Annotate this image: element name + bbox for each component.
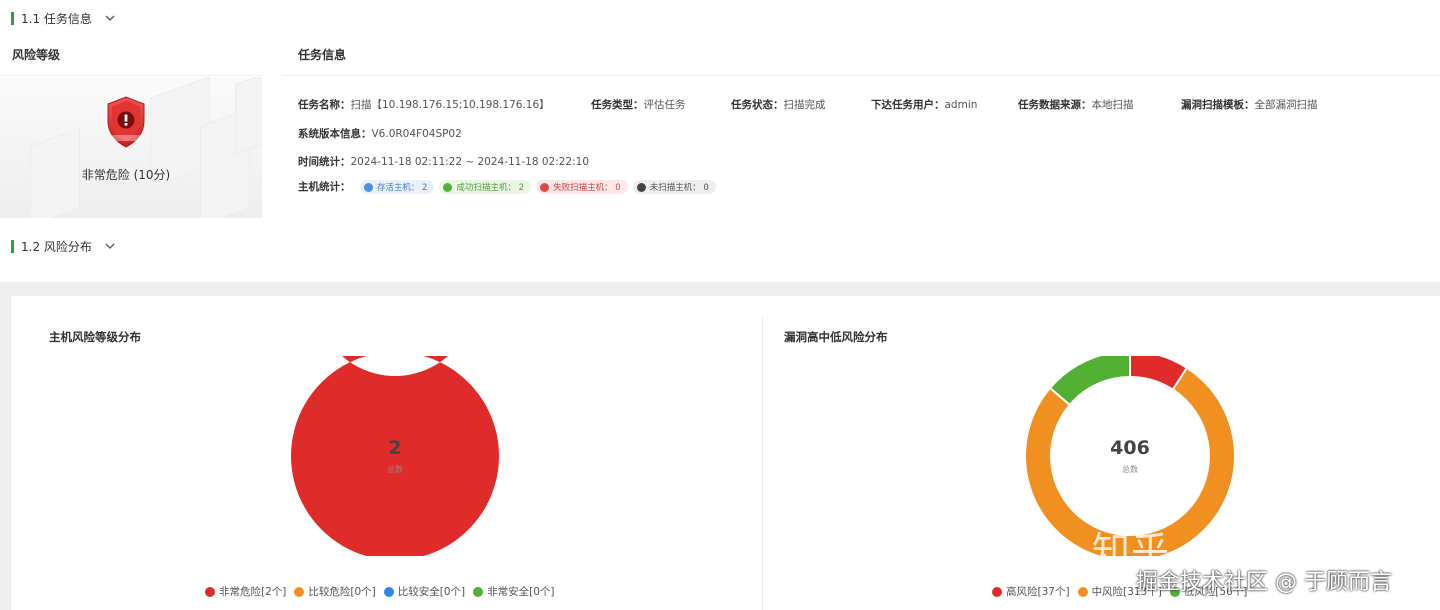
legend-dot-icon (205, 586, 215, 597)
legend-dot-icon (1077, 586, 1088, 597)
host-stat-tag: 存活主机： 2 (359, 180, 435, 194)
donut-center-label: 总数 (387, 465, 403, 474)
host-stats-field: 主机统计： 存活主机： 2 成功扫描主机： 2 失败扫描主机： 0 未扫描主机： 0 (298, 179, 721, 194)
status-dot-icon (443, 182, 453, 192)
legend-item[interactable]: 比较安全[0个] (383, 584, 466, 599)
chevron-down-icon[interactable] (104, 240, 116, 252)
section-marker (11, 239, 14, 253)
legend-label: 非常安全[0个] (487, 586, 555, 598)
status-dot-icon (540, 182, 550, 192)
legend-dot-icon (473, 586, 484, 597)
scan-template-field: 漏洞扫描模板：全部漏洞扫描 (1181, 99, 1318, 111)
task-name-field: 任务名称：扫描【10.198.176.15;10.198.176.16】 (298, 99, 550, 111)
section-task-info-header[interactable]: 1.1 任务信息 (11, 9, 116, 27)
chart-title: 漏洞高中低风险分布 (784, 330, 888, 344)
task-type-field: 任务类型：评估任务 (591, 99, 686, 111)
legend-dot-icon (992, 586, 1002, 597)
tag-text: 存活主机： 2 (376, 183, 428, 193)
task-source-field: 任务数据来源：本地扫描 (1018, 99, 1134, 111)
section-risk-distribution-header[interactable]: 1.2 风险分布 (11, 237, 116, 255)
panel-title: 任务信息 (282, 36, 1440, 76)
system-version-field: 系统版本信息：V6.0R04F04SP02 (298, 128, 462, 140)
donut-center-label: 总数 (1122, 465, 1138, 474)
time-stats-field: 时间统计：2024-11-18 02:11:22 ~ 2024-11-18 02… (298, 156, 590, 168)
legend-label: 高风险[37个] (1006, 586, 1070, 598)
legend-item[interactable]: 非常危险[2个] (205, 584, 286, 599)
legend-item[interactable]: 非常安全[0个] (473, 584, 555, 599)
chevron-down-icon[interactable] (104, 12, 116, 24)
risk-level-label: 非常危险 (10分) (81, 168, 171, 182)
report-page: 1.1 任务信息 风险等级 非常危险 (10分) 任务信息 任务名称：扫描【10… (0, 0, 1440, 610)
section-marker (11, 11, 14, 25)
host-stat-tag: 未扫描主机： 0 (632, 180, 716, 194)
risk-level-panel: 风险等级 非常危险 (10分) (0, 36, 262, 218)
donut-center-value: 406 (1110, 437, 1150, 459)
decor-shape (235, 77, 262, 155)
chart-title: 主机风险等级分布 (49, 330, 141, 344)
legend-item[interactable]: 高风险[37个] (992, 584, 1070, 599)
host-stats-tags: 存活主机： 2 成功扫描主机： 2 失败扫描主机： 0 未扫描主机： 0 (354, 180, 721, 194)
watermark-juejin: 掘金技术社区 @ 于顾而言 (1136, 570, 1392, 595)
tag-text: 成功扫描主机： 2 (456, 183, 525, 193)
shield-warning-icon (104, 95, 148, 153)
donut-center-value: 2 (388, 437, 402, 459)
card-divider (762, 318, 763, 610)
legend-dot-icon (294, 586, 305, 597)
panel-title: 风险等级 (0, 36, 262, 76)
legend-item[interactable]: 比较危险[0个] (294, 584, 376, 599)
status-dot-icon (636, 182, 646, 192)
task-status-field: 任务状态：扫描完成 (731, 99, 826, 111)
status-dot-icon (363, 182, 373, 192)
task-user-field: 下达任务用户：admin (871, 99, 978, 111)
tag-text: 失败扫描主机： 0 (553, 183, 621, 193)
legend-label: 非常危险[2个] (219, 586, 287, 598)
host-risk-legend: 非常危险[2个] 比较危险[0个] 比较安全[0个] 非常安全[0个] (205, 584, 563, 599)
section-title: 1.1 任务信息 (21, 11, 92, 26)
host-stat-tag: 成功扫描主机： 2 (439, 180, 532, 194)
legend-dot-icon (383, 586, 394, 597)
legend-label: 比较安全[0个] (397, 586, 466, 598)
legend-label: 比较危险[0个] (308, 586, 376, 598)
task-info-panel: 任务信息 任务名称：扫描【10.198.176.15;10.198.176.16… (282, 36, 1440, 218)
section-title: 1.2 风险分布 (21, 239, 92, 254)
donut-slice-低风险[interactable] (1050, 356, 1130, 405)
tag-text: 未扫描主机： 0 (649, 183, 709, 193)
host-stat-tag: 失败扫描主机： 0 (536, 180, 628, 194)
